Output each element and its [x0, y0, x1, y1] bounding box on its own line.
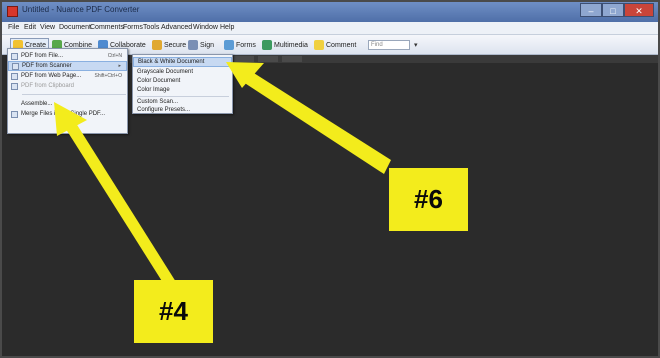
application-window: Untitled - Nuance PDF Converter – □ ✕ Fi… — [0, 0, 660, 358]
annotation-label-4: #4 — [134, 280, 213, 343]
annotation-label-6: #6 — [389, 168, 468, 231]
annotation-arrows — [54, 62, 391, 286]
arrow-shaft-4 — [64, 120, 176, 286]
arrow-shaft-6 — [240, 68, 391, 174]
